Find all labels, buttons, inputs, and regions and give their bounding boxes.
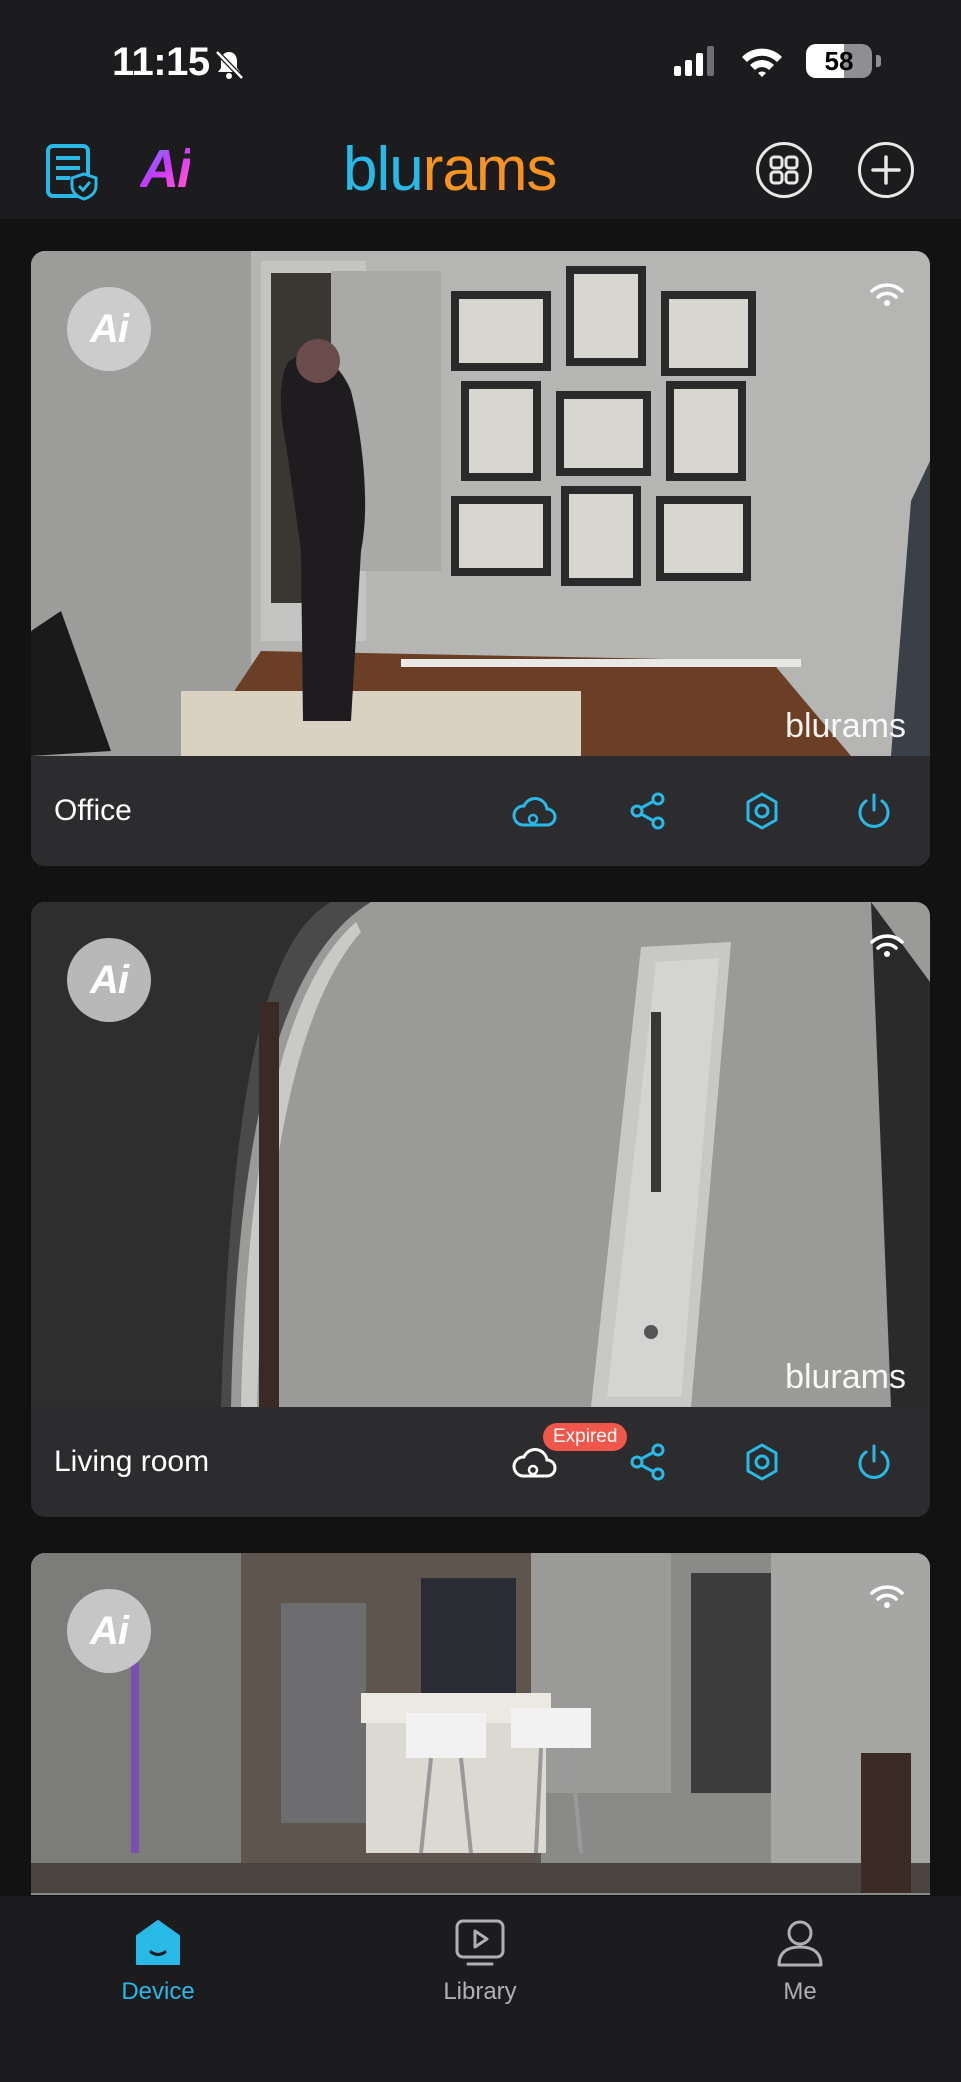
share-button[interactable]	[625, 788, 671, 834]
share-button[interactable]	[625, 1439, 671, 1485]
status-indicators: 58	[674, 44, 881, 78]
blurams-logo: blurams	[343, 134, 558, 205]
camera-action-bar: Office	[31, 756, 930, 866]
status-bar: 11:15 58	[0, 0, 961, 120]
expired-badge: Expired	[543, 1423, 628, 1451]
power-button[interactable]	[851, 1439, 897, 1485]
app-header: Ai blurams	[0, 120, 961, 220]
status-time: 11:15	[112, 40, 210, 84]
grid-icon	[769, 155, 799, 185]
ai-logo[interactable]: Ai	[140, 138, 192, 200]
camera-feed-office[interactable]: Ai blurams	[31, 251, 930, 756]
ai-badge: Ai	[67, 1589, 151, 1673]
bottom-tab-bar: Device Library Me	[0, 1895, 961, 2082]
feed-watermark: blurams	[785, 707, 906, 745]
share-icon	[630, 1443, 665, 1481]
battery-indicator: 58	[806, 44, 872, 78]
power-icon	[858, 1444, 890, 1479]
home-icon	[136, 1920, 180, 1965]
feed-watermark: blurams	[785, 1358, 906, 1396]
logo-part-blu: blu	[343, 135, 424, 204]
settings-button[interactable]	[739, 1439, 785, 1485]
tab-label: Library	[443, 1978, 517, 2005]
device-list[interactable]: Ai blurams Office Ai blurams Living room…	[0, 220, 961, 1895]
wifi-signal-icon	[870, 934, 904, 957]
plus-icon	[871, 155, 901, 185]
camera-card[interactable]: Ai blurams Living room Expired	[31, 902, 930, 1517]
ai-badge: Ai	[67, 938, 151, 1022]
cellular-signal-icon	[674, 46, 714, 76]
cloud-playback-button[interactable]	[511, 788, 557, 834]
tab-label: Device	[121, 1978, 195, 2005]
tab-me[interactable]: Me	[720, 1918, 880, 2006]
wifi-signal-icon	[870, 283, 904, 306]
document-shield-icon[interactable]	[44, 142, 100, 207]
camera-card[interactable]: Ai	[31, 1553, 930, 1895]
gear-icon	[746, 792, 778, 830]
camera-feed-living-room[interactable]: Ai blurams	[31, 902, 930, 1407]
library-play-icon	[455, 1919, 505, 1966]
cloud-icon	[512, 797, 557, 827]
camera-name: Living room	[54, 1445, 210, 1478]
settings-button[interactable]	[739, 788, 785, 834]
gear-icon	[746, 1443, 778, 1481]
wifi-signal-icon	[870, 1585, 904, 1608]
battery-cap	[876, 55, 881, 67]
power-button[interactable]	[851, 788, 897, 834]
ai-badge: Ai	[67, 287, 151, 371]
camera-action-bar: Living room Expired	[31, 1407, 930, 1517]
logo-part-rams: rams	[422, 135, 558, 204]
tab-device[interactable]: Device	[78, 1918, 238, 2006]
add-device-button[interactable]	[858, 142, 914, 198]
bell-slash-icon	[212, 48, 246, 87]
share-icon	[630, 792, 665, 830]
camera-feed-3[interactable]: Ai	[31, 1553, 930, 1895]
camera-name: Office	[54, 794, 132, 827]
user-profile-icon	[777, 1920, 823, 1967]
grid-view-button[interactable]	[756, 142, 812, 198]
wifi-status-icon	[742, 48, 782, 77]
tab-library[interactable]: Library	[400, 1918, 560, 2006]
camera-card[interactable]: Ai blurams Office	[31, 251, 930, 866]
battery-percent: 58	[824, 45, 854, 76]
power-icon	[858, 793, 890, 828]
tab-label: Me	[783, 1978, 817, 2005]
